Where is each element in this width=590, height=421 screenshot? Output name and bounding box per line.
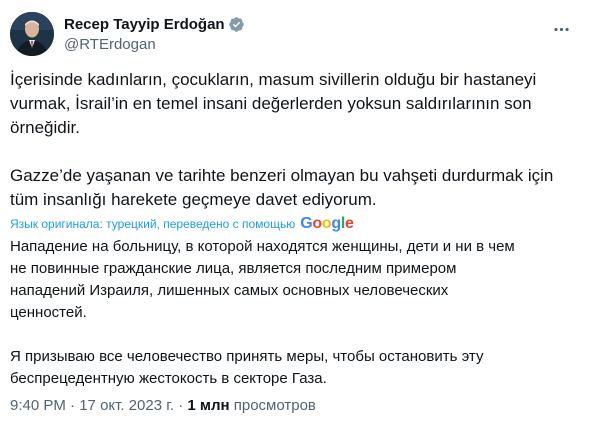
views-label: просмотров [233,397,316,414]
tweet-time: 9:40 PM [10,397,66,414]
translation-attribution[interactable]: Язык оригинала: турецкий, переведено с п… [10,216,354,232]
more-horizontal-icon[interactable] [544,12,578,46]
verified-badge-icon [228,16,245,33]
tweet-timestamp[interactable]: 9:40 PM · 17 окт. 2023 г. [10,397,174,414]
avatar[interactable] [10,12,54,56]
author-handle[interactable]: @RTErdogan [64,36,245,53]
author-display-name[interactable]: Recep Tayyip Erdoğan [64,16,225,33]
tweet-date: 17 окт. 2023 г. [79,397,175,414]
meta-separator: · [178,397,184,414]
meta-separator: · [70,397,76,414]
tweet-original-text: İçerisinde kadınların, çocukların, masum… [10,70,554,209]
views-count: 1 млн [187,397,230,414]
google-logo: Google [300,215,354,232]
tweet-translated-text: Нападение на больницу, в которой находят… [10,238,515,387]
tweet-card: Recep Tayyip Erdoğan @RTErdogan İçerisin… [0,0,590,421]
author-info: Recep Tayyip Erdoğan @RTErdogan [64,14,245,53]
translation-note-text: Язык оригинала: турецкий, переведено с п… [10,217,296,231]
tweet-meta: 9:40 PM · 17 окт. 2023 г. · 1 млн просмо… [10,397,316,414]
tweet-header: Recep Tayyip Erdoğan @RTErdogan [10,12,580,56]
